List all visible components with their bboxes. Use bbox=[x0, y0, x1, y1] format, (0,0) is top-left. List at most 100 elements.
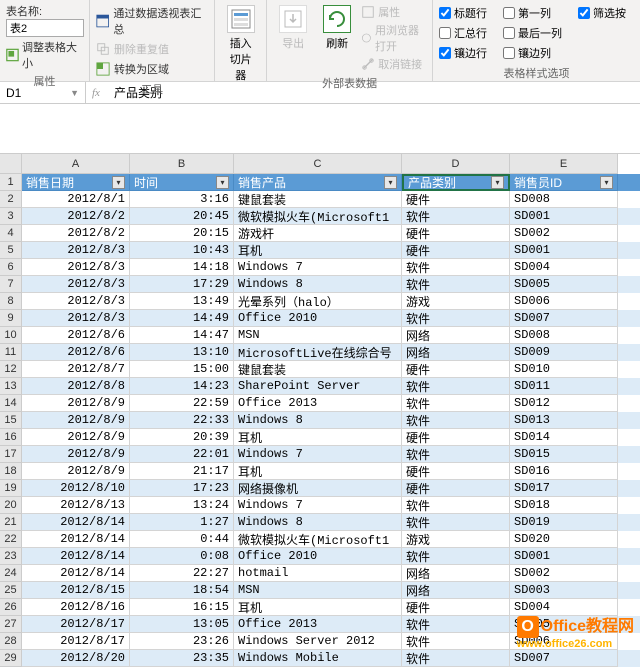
cell[interactable]: SD001 bbox=[510, 548, 618, 565]
cell[interactable]: 耳机 bbox=[234, 242, 402, 259]
cell[interactable]: SD001 bbox=[510, 208, 618, 225]
insert-slicer-button[interactable]: 插入 切片器 bbox=[221, 3, 260, 85]
cell[interactable]: 2012/8/1 bbox=[22, 191, 130, 208]
row-head[interactable]: 15 bbox=[0, 412, 22, 429]
cell[interactable]: 硬件 bbox=[402, 242, 510, 259]
table-header-cell[interactable]: 时间▾ bbox=[130, 174, 234, 191]
cell[interactable]: 13:49 bbox=[130, 293, 234, 310]
cell[interactable]: Windows 7 bbox=[234, 446, 402, 463]
cell[interactable]: 软件 bbox=[402, 259, 510, 276]
row-head[interactable]: 12 bbox=[0, 361, 22, 378]
row-head[interactable]: 21 bbox=[0, 514, 22, 531]
cell[interactable]: 23:26 bbox=[130, 633, 234, 650]
cell[interactable]: 2012/8/2 bbox=[22, 208, 130, 225]
filter-dropdown-icon[interactable]: ▾ bbox=[112, 176, 125, 189]
filter-dropdown-icon[interactable]: ▾ bbox=[384, 176, 397, 189]
row-head[interactable]: 20 bbox=[0, 497, 22, 514]
cell[interactable]: 耳机 bbox=[234, 429, 402, 446]
cell[interactable]: MicrosoftLive在线综合号 bbox=[234, 344, 402, 361]
cell[interactable]: 2012/8/14 bbox=[22, 548, 130, 565]
cell[interactable]: SD006 bbox=[510, 293, 618, 310]
cell[interactable]: 2012/8/6 bbox=[22, 327, 130, 344]
cell[interactable]: 软件 bbox=[402, 310, 510, 327]
cell[interactable]: SD006 bbox=[510, 633, 618, 650]
cell[interactable]: SD004 bbox=[510, 599, 618, 616]
row-head[interactable]: 3 bbox=[0, 208, 22, 225]
col-head-E[interactable]: E bbox=[510, 154, 618, 174]
cell[interactable]: SD016 bbox=[510, 463, 618, 480]
row-head[interactable]: 18 bbox=[0, 463, 22, 480]
cell[interactable]: 2012/8/3 bbox=[22, 242, 130, 259]
cell[interactable]: 软件 bbox=[402, 497, 510, 514]
cell[interactable]: SD019 bbox=[510, 514, 618, 531]
cell[interactable]: 硬件 bbox=[402, 361, 510, 378]
cell[interactable]: SD017 bbox=[510, 480, 618, 497]
cell[interactable]: SD014 bbox=[510, 429, 618, 446]
cell[interactable]: 游戏杆 bbox=[234, 225, 402, 242]
row-head[interactable]: 28 bbox=[0, 633, 22, 650]
cell[interactable]: 微软模拟火车(Microsoft1 bbox=[234, 531, 402, 548]
total-row-checkbox[interactable]: 汇总行 bbox=[439, 23, 495, 43]
table-name-input[interactable] bbox=[6, 19, 84, 37]
cell[interactable]: 2012/8/14 bbox=[22, 531, 130, 548]
cell[interactable]: 17:23 bbox=[130, 480, 234, 497]
filter-button-checkbox[interactable]: 筛选按 bbox=[578, 3, 634, 23]
cell[interactable]: SD003 bbox=[510, 582, 618, 599]
cell[interactable]: 2012/8/7 bbox=[22, 361, 130, 378]
header-row-checkbox[interactable]: 标题行 bbox=[439, 3, 495, 23]
cell[interactable]: 22:27 bbox=[130, 565, 234, 582]
cell[interactable]: Windows 8 bbox=[234, 276, 402, 293]
cell[interactable]: Office 2013 bbox=[234, 395, 402, 412]
cell[interactable]: Windows 7 bbox=[234, 259, 402, 276]
cell[interactable]: 软件 bbox=[402, 412, 510, 429]
row-head[interactable]: 9 bbox=[0, 310, 22, 327]
cell[interactable]: 键鼠套装 bbox=[234, 191, 402, 208]
cell[interactable]: 2012/8/9 bbox=[22, 463, 130, 480]
cell[interactable]: 2012/8/9 bbox=[22, 429, 130, 446]
cell[interactable]: 光晕系列（halo） bbox=[234, 293, 402, 310]
cell[interactable]: Windows 7 bbox=[234, 497, 402, 514]
cell[interactable]: 18:54 bbox=[130, 582, 234, 599]
cell[interactable]: 21:17 bbox=[130, 463, 234, 480]
cell[interactable]: Office 2013 bbox=[234, 616, 402, 633]
row-head[interactable]: 26 bbox=[0, 599, 22, 616]
cell[interactable]: 15:00 bbox=[130, 361, 234, 378]
row-head[interactable]: 4 bbox=[0, 225, 22, 242]
col-head-C[interactable]: C bbox=[234, 154, 402, 174]
row-head[interactable]: 10 bbox=[0, 327, 22, 344]
cell[interactable]: 软件 bbox=[402, 548, 510, 565]
cell[interactable]: 14:47 bbox=[130, 327, 234, 344]
cell[interactable]: SD009 bbox=[510, 344, 618, 361]
cell[interactable]: 耳机 bbox=[234, 599, 402, 616]
row-head[interactable]: 11 bbox=[0, 344, 22, 361]
cell[interactable]: 13:05 bbox=[130, 616, 234, 633]
cell[interactable]: 软件 bbox=[402, 514, 510, 531]
cell[interactable]: 硬件 bbox=[402, 463, 510, 480]
cell[interactable]: 16:15 bbox=[130, 599, 234, 616]
cell[interactable]: Windows 8 bbox=[234, 412, 402, 429]
cell[interactable]: SD005 bbox=[510, 616, 618, 633]
row-head[interactable]: 16 bbox=[0, 429, 22, 446]
cell[interactable]: 软件 bbox=[402, 650, 510, 667]
row-head[interactable]: 5 bbox=[0, 242, 22, 259]
cell[interactable]: SD015 bbox=[510, 446, 618, 463]
banded-cols-checkbox[interactable]: 镶边列 bbox=[503, 43, 570, 63]
cell[interactable]: 13:24 bbox=[130, 497, 234, 514]
cell[interactable]: 2012/8/3 bbox=[22, 293, 130, 310]
cell[interactable]: SD007 bbox=[510, 650, 618, 667]
cell[interactable]: 网络摄像机 bbox=[234, 480, 402, 497]
cell[interactable]: Office 2010 bbox=[234, 548, 402, 565]
cell[interactable]: 网络 bbox=[402, 327, 510, 344]
cell[interactable]: 20:39 bbox=[130, 429, 234, 446]
cell[interactable]: 软件 bbox=[402, 208, 510, 225]
cell[interactable]: Office 2010 bbox=[234, 310, 402, 327]
cell[interactable]: 软件 bbox=[402, 276, 510, 293]
row-head[interactable]: 29 bbox=[0, 650, 22, 667]
cell[interactable]: 2012/8/2 bbox=[22, 225, 130, 242]
convert-range-button[interactable]: 转换为区域 bbox=[96, 59, 208, 79]
cell[interactable]: 2012/8/6 bbox=[22, 344, 130, 361]
banded-rows-checkbox[interactable]: 镶边行 bbox=[439, 43, 495, 63]
cell[interactable]: Windows Server 2012 bbox=[234, 633, 402, 650]
remove-duplicates-button[interactable]: 删除重复值 bbox=[96, 39, 208, 59]
col-head-D[interactable]: D bbox=[402, 154, 510, 174]
